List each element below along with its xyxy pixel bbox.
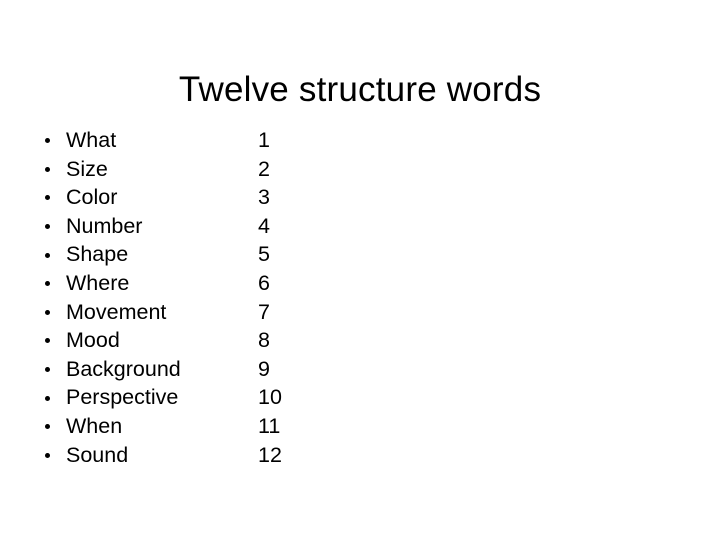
list-item-label: Movement xyxy=(66,299,167,324)
list-item-label: Where xyxy=(66,270,130,295)
bullet-dot-icon xyxy=(45,224,50,230)
list-item: Number 4 xyxy=(40,212,380,241)
list-item-number: 11 xyxy=(258,413,281,438)
list-item: Sound 12 xyxy=(40,441,380,470)
list-item-label: Perspective xyxy=(66,385,179,410)
list-item: What 1 xyxy=(40,126,380,155)
list-item-label: Background xyxy=(66,356,181,381)
list-item-label: Sound xyxy=(66,442,129,467)
list-item: Color 3 xyxy=(40,183,380,212)
bullet-dot-icon xyxy=(45,195,50,201)
list-item-label: Shape xyxy=(66,242,129,267)
list-item-number: 8 xyxy=(258,328,270,353)
bullet-dot-icon xyxy=(45,424,50,430)
list-item: Mood 8 xyxy=(40,326,380,355)
list-item: Movement 7 xyxy=(40,298,380,327)
list-item-number: 3 xyxy=(258,185,270,210)
bullet-dot-icon xyxy=(45,338,50,344)
list-item-number: 9 xyxy=(258,356,270,381)
list-item-label: Mood xyxy=(66,328,120,353)
list-item-label: Color xyxy=(66,185,118,210)
bullet-dot-icon xyxy=(45,367,50,373)
bullet-dot-icon xyxy=(45,252,50,258)
list-item-number: 12 xyxy=(258,442,282,467)
list-item-label: What xyxy=(66,128,117,152)
list-item: Background 9 xyxy=(40,355,380,384)
list-item: Shape 5 xyxy=(40,240,380,269)
list-item-number: 1 xyxy=(258,128,270,152)
list-item: Where 6 xyxy=(40,269,380,298)
list-item: Perspective 10 xyxy=(40,383,380,412)
bullet-dot-icon xyxy=(45,166,50,172)
list-item-number: 4 xyxy=(258,213,270,238)
bullet-dot-icon xyxy=(45,452,50,458)
list-item-number: 6 xyxy=(258,270,270,295)
list-item: When 11 xyxy=(40,412,380,441)
bullet-dot-icon xyxy=(45,281,50,287)
list-item: Size 2 xyxy=(40,155,380,184)
list-item-label: Size xyxy=(66,156,108,181)
slide-content-body: What 1 Size 2 Color 3 Number 4 Shape 5 W… xyxy=(40,126,380,469)
slide: Twelve structure words What 1 Size 2 Col… xyxy=(0,0,720,540)
list-item-label: Number xyxy=(66,213,143,238)
bullet-dot-icon xyxy=(45,309,50,315)
bullet-dot-icon xyxy=(45,395,50,401)
list-item-number: 2 xyxy=(258,156,270,181)
structure-words-list: What 1 Size 2 Color 3 Number 4 Shape 5 W… xyxy=(40,126,380,469)
list-item-number: 7 xyxy=(258,299,270,324)
list-item-number: 10 xyxy=(258,385,282,410)
list-item-number: 5 xyxy=(258,242,270,267)
bullet-dot-icon xyxy=(45,138,50,144)
page-title: Twelve structure words xyxy=(178,70,542,110)
list-item-label: When xyxy=(66,413,123,438)
